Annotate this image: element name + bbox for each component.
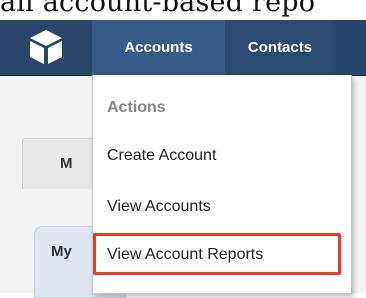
nav-tab-contacts[interactable]: Contacts [225,20,335,75]
menu-header-actions: Actions [107,99,166,116]
background-dashlet-label: My [51,243,72,260]
menu-item-create-account[interactable]: Create Account [107,147,216,165]
logo-button[interactable] [0,20,92,75]
accounts-dropdown-menu: Actions Create Account View Accounts Vie… [92,75,352,294]
nav-tab-more[interactable] [335,20,366,75]
menu-item-view-accounts[interactable]: View Accounts [107,198,211,216]
background-tab-label: M [60,155,73,172]
top-navbar: Accounts Contacts [0,20,366,76]
cube-icon [30,30,62,64]
nav-tab-accounts[interactable]: Accounts [92,20,225,75]
menu-item-view-account-reports[interactable]: View Account Reports [107,246,263,264]
